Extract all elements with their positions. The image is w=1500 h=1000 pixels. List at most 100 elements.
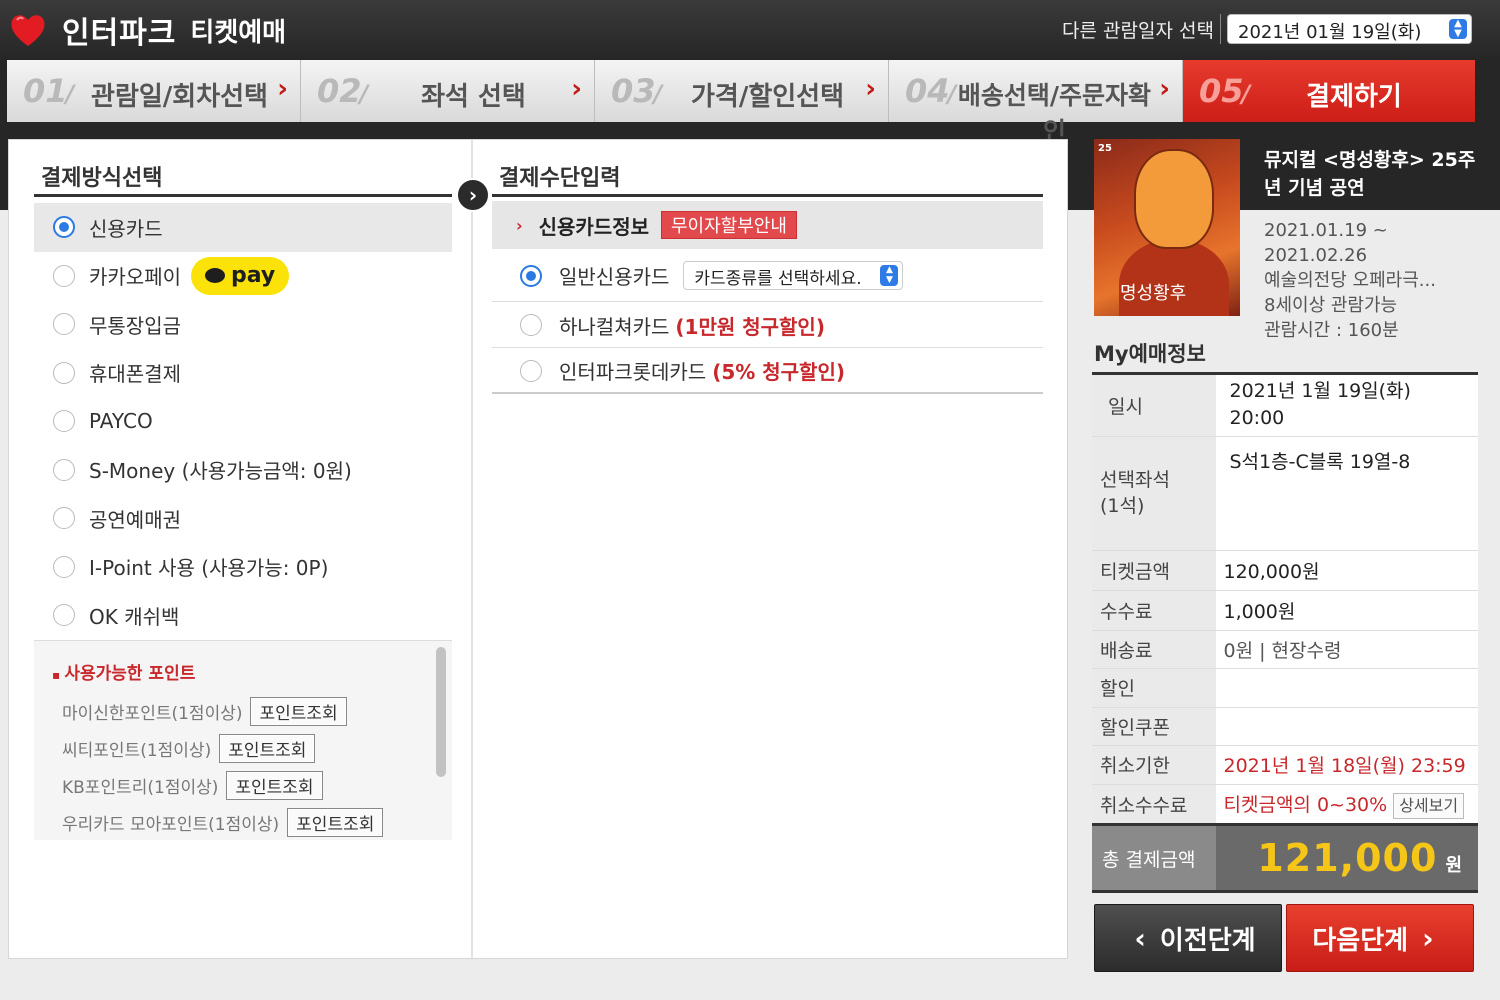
payment-panel: 결제방식선택 신용카드 카카오페이 pay 무통장입금 휴대폰결제 PAYCO …: [8, 139, 1068, 960]
method-bank-transfer[interactable]: 무통장입금: [34, 300, 452, 349]
step-3[interactable]: 03 가격/할인선택 ›: [595, 60, 889, 122]
radio[interactable]: [53, 313, 75, 336]
radio[interactable]: [53, 555, 75, 578]
show-period-end: 2021.02.26: [1264, 245, 1368, 266]
point-row: 마이신한포인트(1점이상) 포인트조회: [62, 697, 347, 726]
info-date-day: 2021년 1월 19일(화): [1229, 380, 1411, 403]
chevron-right-icon: ›: [277, 74, 288, 104]
prev-step-label: 이전단계: [1159, 925, 1256, 956]
card-select-placeholder: 카드종류를 선택하세요.: [694, 269, 862, 289]
chevron-right-icon: ›: [1159, 74, 1170, 104]
step-label: 결제하기: [1306, 82, 1402, 112]
chevron-right-icon: ›: [865, 74, 876, 104]
info-cancel-deadline: 2021년 1월 18일(월) 23:59: [1216, 745, 1478, 785]
show-title: 뮤지컬 <명성황후> 25주년 기념 공연: [1264, 149, 1476, 199]
info-date: 2021년 1월 19일(화) 20:00: [1216, 375, 1478, 437]
radio[interactable]: [53, 507, 75, 530]
detail-button[interactable]: 상세보기: [1393, 792, 1465, 819]
radio[interactable]: [520, 314, 542, 336]
poster-title: 명성황후: [1120, 283, 1187, 304]
show-poster[interactable]: 25 명성황후: [1094, 139, 1240, 316]
method-kakaopay[interactable]: 카카오페이 pay: [34, 252, 452, 301]
method-label: OK 캐쉬백: [89, 604, 180, 629]
card-info-header: › 신용카드정보 무이자할부안내: [492, 201, 1043, 249]
info-key: 선택좌석: [1100, 469, 1170, 491]
step-4[interactable]: 04 배송선택/주문자확인 ›: [889, 60, 1183, 146]
radio-selected[interactable]: [53, 216, 75, 239]
step-number: 02: [317, 72, 368, 110]
total-label: 총 결제금액: [1092, 826, 1216, 890]
divider: [1220, 14, 1221, 44]
prev-step-button[interactable]: ‹ 이전단계: [1094, 904, 1282, 972]
step-2[interactable]: 02 좌석 선택 ›: [301, 60, 595, 122]
card-row-lotte[interactable]: 인터파크롯데카드 (5% 청구할인): [492, 349, 1043, 394]
points-scrollbar[interactable]: [436, 647, 446, 777]
card-type-select[interactable]: 카드종류를 선택하세요. ▲ ▼: [683, 261, 904, 290]
show-period-start: 2021.01.19 ~: [1264, 220, 1388, 241]
info-cancel-fee: 티켓금액의 0~30% 상세보기: [1216, 784, 1478, 825]
total-amount: 121,000: [1257, 836, 1438, 880]
radio[interactable]: [520, 359, 542, 382]
card-label: 인터파크롯데카드: [559, 360, 707, 384]
point-check-button[interactable]: 포인트조회: [250, 697, 347, 726]
total-unit: 원: [1445, 855, 1462, 876]
point-row: 우리카드 모아포인트(1점이상) 포인트조회: [62, 808, 384, 837]
card-row-hana[interactable]: 하나컬쳐카드 (1만원 청구할인): [492, 303, 1043, 348]
info-key: 배송료: [1092, 630, 1217, 669]
date-select[interactable]: 2021년 01월 19일(화) ▲ ▼: [1227, 14, 1472, 44]
brand-sub: 티켓예매: [190, 17, 287, 48]
card-label: 하나컬쳐카드: [559, 314, 670, 339]
card-discount: (5% 청구할인): [712, 360, 846, 384]
radio[interactable]: [53, 361, 75, 384]
method-label: 휴대폰결제: [89, 362, 181, 387]
info-delivery: 0원 | 현장수령: [1216, 630, 1478, 669]
method-mobile[interactable]: 휴대폰결제: [34, 349, 452, 398]
step-1[interactable]: 01 관람일/회차선택 ›: [7, 60, 301, 122]
point-check-button[interactable]: 포인트조회: [287, 808, 384, 837]
card-row-general[interactable]: 일반신용카드 카드종류를 선택하세요. ▲ ▼: [492, 250, 1043, 302]
select-arrows-icon: ▲ ▼: [880, 265, 899, 286]
chevron-right-icon: ›: [516, 215, 523, 235]
chevron-right-circle-icon: ›: [456, 178, 490, 212]
interpark-logo[interactable]: 인터파크 티켓예매: [8, 8, 286, 52]
point-check-button[interactable]: 포인트조회: [226, 771, 323, 800]
method-payco[interactable]: PAYCO: [34, 397, 452, 446]
my-booking-title: My예매정보: [1094, 342, 1206, 366]
info-key: 할인: [1092, 668, 1217, 708]
next-step-button[interactable]: 다음단계 ›: [1286, 904, 1474, 972]
method-label: S-Money (사용가능금액: 0원): [89, 459, 352, 484]
no-interest-button[interactable]: 무이자할부안내: [661, 211, 797, 239]
info-discount: [1216, 668, 1478, 708]
point-check-button[interactable]: 포인트조회: [219, 734, 316, 763]
payment-input-title: 결제수단입력: [499, 166, 621, 191]
kakaopay-badge: pay: [231, 263, 276, 289]
info-key-seat: 선택좌석 (1석): [1092, 436, 1217, 551]
method-ipoint[interactable]: I-Point 사용 (사용가능: 0P): [34, 543, 452, 592]
section-line: [34, 194, 452, 197]
method-smoney[interactable]: S-Money (사용가능금액: 0원): [34, 446, 452, 495]
chevron-right-icon: ›: [571, 74, 582, 104]
radio[interactable]: [53, 264, 75, 287]
booking-info-table: 일시 2021년 1월 19일(화) 20:00 선택좌석 (1석) S석1층-…: [1092, 375, 1478, 825]
radio-selected[interactable]: [520, 264, 542, 287]
method-voucher[interactable]: 공연예매권: [34, 494, 452, 543]
total-payment: 총 결제금액 121,000 원: [1092, 823, 1478, 893]
step-label: 가격/할인선택: [690, 82, 845, 112]
radio[interactable]: [53, 604, 75, 627]
method-credit-card[interactable]: 신용카드: [34, 203, 452, 252]
point-label: 씨티포인트(1점이상): [62, 741, 212, 761]
info-key: 취소수수료: [1092, 784, 1217, 825]
show-venue: 예술의전당 오페라극...: [1264, 270, 1436, 291]
other-date-label: 다른 관람일자 선택: [1062, 20, 1214, 42]
method-label: 공연예매권: [89, 507, 181, 532]
info-key: 수수료: [1092, 590, 1217, 631]
radio[interactable]: [53, 410, 75, 433]
radio[interactable]: [53, 458, 75, 481]
method-label: 카카오페이: [89, 265, 181, 290]
show-info: 2021.01.19 ~ 2021.02.26 예술의전당 오페라극... 8세…: [1264, 218, 1436, 343]
step-5-active[interactable]: 05 결제하기: [1183, 60, 1475, 122]
method-ok-cashbag[interactable]: OK 캐쉬백: [34, 591, 452, 640]
show-runtime: 관람시간 : 160분: [1264, 320, 1399, 341]
payment-method-list: 신용카드 카카오페이 pay 무통장입금 휴대폰결제 PAYCO S-Money…: [34, 203, 452, 640]
speech-bubble-icon: [205, 268, 225, 284]
